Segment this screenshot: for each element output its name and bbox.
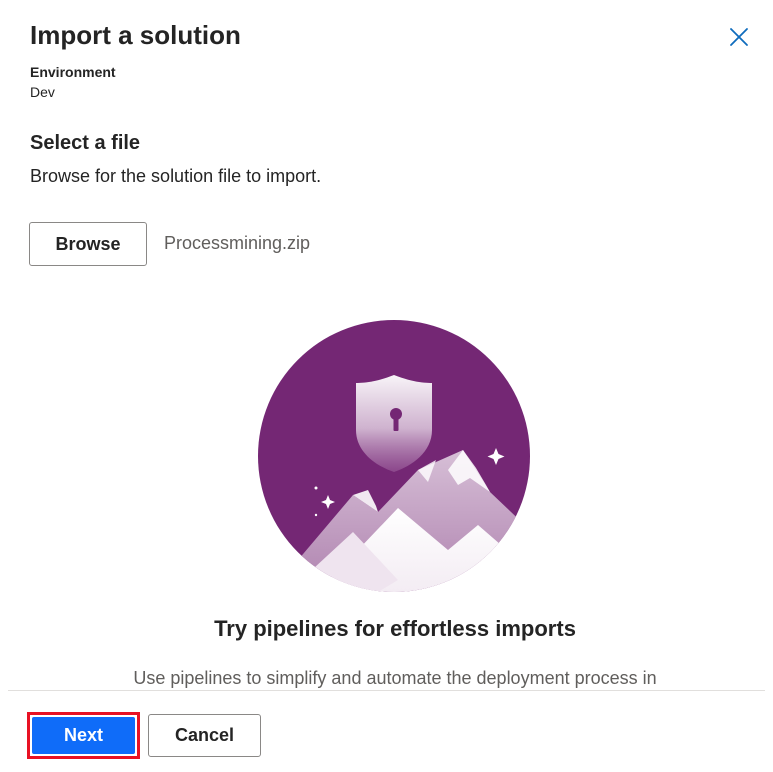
browse-button[interactable]: Browse bbox=[29, 222, 147, 266]
promo-title: Try pipelines for effortless imports bbox=[214, 616, 576, 641]
select-file-heading: Select a file bbox=[30, 132, 141, 154]
select-file-description: Browse for the solution file to import. bbox=[30, 166, 322, 186]
cancel-button[interactable]: Cancel bbox=[148, 714, 261, 757]
shield-mountains-illustration bbox=[258, 320, 530, 592]
selected-file-name: Processmining.zip bbox=[164, 233, 311, 253]
close-icon bbox=[730, 28, 748, 46]
environment-label: Environment bbox=[30, 64, 116, 80]
next-button[interactable]: Next bbox=[32, 717, 135, 754]
dialog-title: Import a solution bbox=[30, 20, 241, 50]
close-button[interactable] bbox=[726, 24, 752, 50]
environment-value: Dev bbox=[30, 84, 55, 100]
promo-description: Use pipelines to simplify and automate t… bbox=[133, 668, 657, 688]
